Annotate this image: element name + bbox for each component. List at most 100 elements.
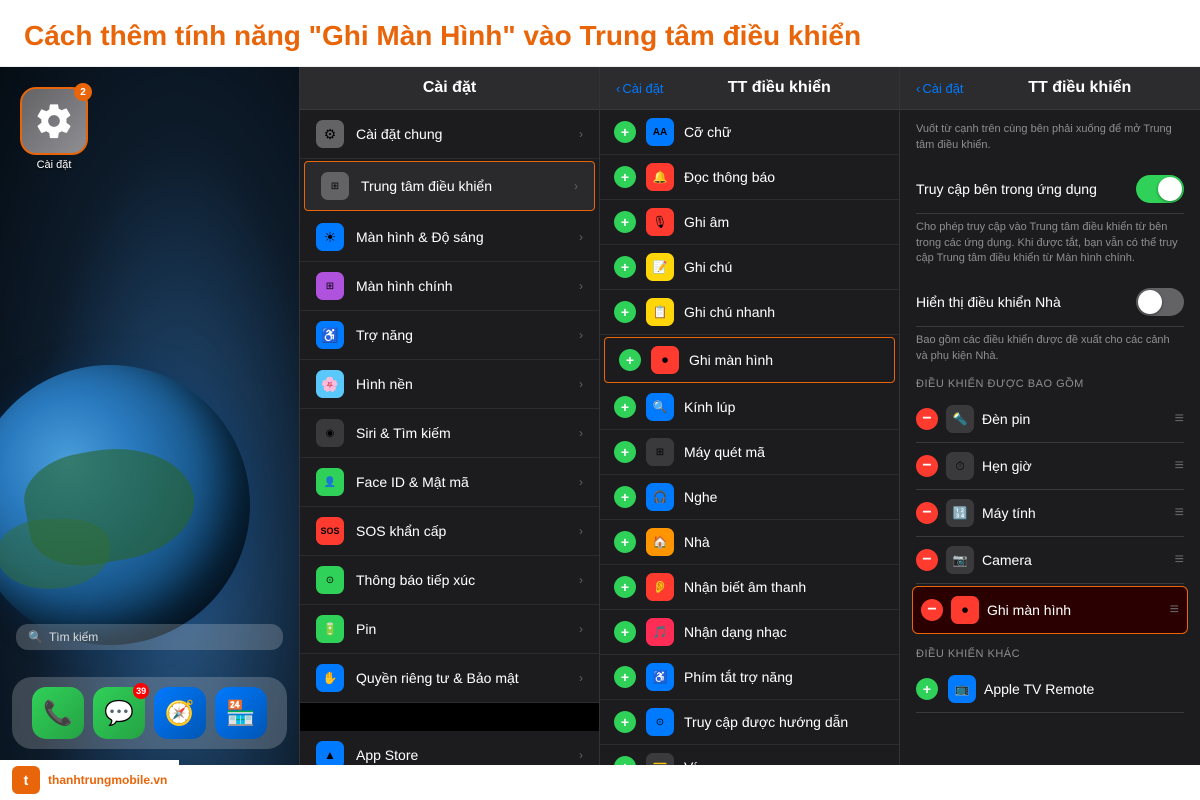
settings-item-siri[interactable]: ◉ Siri & Tìm kiếm › <box>300 409 599 458</box>
add-screenrecord[interactable]: + <box>619 349 641 371</box>
wallet2-icon: 💳 <box>646 753 674 765</box>
dock-appstore[interactable]: 🏪 <box>215 687 267 739</box>
toggle-inapp[interactable] <box>1136 175 1184 203</box>
settings-item-privacy[interactable]: ✋ Quyền riêng tư & Bảo mật › <box>300 654 599 703</box>
control-item-magnifier[interactable]: + 🔍 Kính lúp <box>600 385 899 430</box>
settings-item-homescreen[interactable]: ⊞ Màn hình chính › <box>300 262 599 311</box>
panel-control-list: ‹ Cài đặt TT điều khiển + AA Cỡ chữ + 🔔 … <box>600 67 900 765</box>
settings-item-display[interactable]: ☀ Màn hình & Độ sáng › <box>300 213 599 262</box>
control-center-icon: ⊞ <box>321 172 349 200</box>
settings-item-faceid[interactable]: 👤 Face ID & Mật mã › <box>300 458 599 507</box>
faceid-icon: 👤 <box>316 468 344 496</box>
add-voicememo[interactable]: + <box>614 211 636 233</box>
control-item-notes[interactable]: + 📝 Ghi chú <box>600 245 899 290</box>
control-item-announce[interactable]: + 🔔 Đọc thông báo <box>600 155 899 200</box>
add-fontsize[interactable]: + <box>614 121 636 143</box>
display-arrow: › <box>579 230 583 244</box>
toggle-home[interactable] <box>1136 288 1184 316</box>
musicid-icon: 🎵 <box>646 618 674 646</box>
control-item-voicememo[interactable]: + 🎙 Ghi âm <box>600 200 899 245</box>
exposure-arrow: › <box>579 573 583 587</box>
dock-safari[interactable]: 🧭 <box>154 687 206 739</box>
other-item-appletv[interactable]: + 📺 Apple TV Remote <box>916 666 1184 713</box>
add-notes[interactable]: + <box>614 256 636 278</box>
included-item-calculator[interactable]: − 🔢 Máy tính ≡ <box>916 490 1184 537</box>
dock-messages[interactable]: 💬 39 <box>93 687 145 739</box>
panel4-header: ‹ Cài đặt TT điều khiển <box>900 67 1200 110</box>
drag-torch[interactable]: ≡ <box>1175 410 1184 428</box>
control-item-home[interactable]: + 🏠 Nhà <box>600 520 899 565</box>
control-item-scanner[interactable]: + ⊞ Máy quét mã <box>600 430 899 475</box>
minus-torch[interactable]: − <box>916 408 938 430</box>
settings-item-wallpaper[interactable]: 🌸 Hình nền › <box>300 360 599 409</box>
control-item-accshortcut[interactable]: + ♿ Phím tắt trợ năng <box>600 655 899 700</box>
brand-logo: t <box>12 766 40 794</box>
hearing-icon: 🎧 <box>646 483 674 511</box>
settings-app-icon[interactable]: 2 Cài đặt <box>20 87 88 171</box>
exposure-icon: ⊙ <box>316 566 344 594</box>
appstore-icon: ▲ <box>316 741 344 765</box>
drag-timer[interactable]: ≡ <box>1175 457 1184 475</box>
settings-item-general[interactable]: ⚙ Cài đặt chung › <box>300 110 599 159</box>
add-appletv[interactable]: + <box>916 678 938 700</box>
add-musicid[interactable]: + <box>614 621 636 643</box>
accessibility-label: Trợ năng <box>356 327 579 343</box>
settings-item-battery[interactable]: 🔋 Pin › <box>300 605 599 654</box>
add-scanner[interactable]: + <box>614 441 636 463</box>
drag-calculator[interactable]: ≡ <box>1175 504 1184 522</box>
add-wallet2[interactable]: + <box>614 756 636 765</box>
control-item-quicknotes[interactable]: + 📋 Ghi chú nhanh <box>600 290 899 335</box>
toggle-inapp-knob <box>1158 177 1182 201</box>
screenrecord-label: Ghi màn hình <box>689 352 880 368</box>
control-item-musicid[interactable]: + 🎵 Nhận dạng nhạc <box>600 610 899 655</box>
add-hearing[interactable]: + <box>614 486 636 508</box>
minus-screenrecord[interactable]: − <box>921 599 943 621</box>
add-magnifier[interactable]: + <box>614 396 636 418</box>
included-item-torch[interactable]: − 🔦 Đèn pin ≡ <box>916 396 1184 443</box>
back-button-4[interactable]: ‹ Cài đặt <box>916 81 964 96</box>
magnifier-icon: 🔍 <box>646 393 674 421</box>
search-text: Tìm kiếm <box>49 630 98 644</box>
drag-camera[interactable]: ≡ <box>1175 551 1184 569</box>
dock-phone[interactable]: 📞 <box>32 687 84 739</box>
battery-label: Pin <box>356 621 579 637</box>
minus-camera[interactable]: − <box>916 549 938 571</box>
privacy-icon: ✋ <box>316 664 344 692</box>
settings-item-accessibility[interactable]: ♿ Trợ năng › <box>300 311 599 360</box>
add-accshortcut[interactable]: + <box>614 666 636 688</box>
control-item-screenrecord[interactable]: + ⏺ Ghi màn hình <box>604 337 895 383</box>
notes-icon: 📝 <box>646 253 674 281</box>
included-item-screenrecord[interactable]: − ⏺ Ghi màn hình ≡ <box>912 586 1188 634</box>
included-item-camera[interactable]: − 📷 Camera ≡ <box>916 537 1184 584</box>
control-item-wallet2[interactable]: + 💳 Ví <box>600 745 899 765</box>
settings-item-sos[interactable]: SOS SOS khẩn cấp › <box>300 507 599 556</box>
control-item-soundrec[interactable]: + 👂 Nhận biết âm thanh <box>600 565 899 610</box>
minus-timer[interactable]: − <box>916 455 938 477</box>
minus-calculator[interactable]: − <box>916 502 938 524</box>
musicid-label: Nhận dạng nhạc <box>684 624 885 640</box>
add-quicknotes[interactable]: + <box>614 301 636 323</box>
search-bar[interactable]: 🔍 Tìm kiếm <box>16 624 283 650</box>
settings-item-exposure[interactable]: ⊙ Thông báo tiếp xúc › <box>300 556 599 605</box>
control-center-label: Trung tâm điều khiển <box>361 178 574 194</box>
section-included-title: ĐIỀU KHIỂN ĐƯỢC BAO GỒM <box>916 378 1184 390</box>
control-item-fontsize[interactable]: + AA Cỡ chữ <box>600 110 899 155</box>
add-guided[interactable]: + <box>614 711 636 733</box>
display-icon: ☀ <box>316 223 344 251</box>
control-item-guided[interactable]: + ⊙ Truy cập được hướng dẫn <box>600 700 899 745</box>
accessibility-icon: ♿ <box>316 321 344 349</box>
add-home[interactable]: + <box>614 531 636 553</box>
exposure-label: Thông báo tiếp xúc <box>356 572 579 588</box>
settings-item-control-center[interactable]: ⊞ Trung tâm điều khiển › <box>304 161 595 211</box>
included-item-timer[interactable]: − ⏱ Hẹn giờ ≡ <box>916 443 1184 490</box>
back-chevron-icon: ‹ <box>616 81 620 96</box>
voicememo-icon: 🎙 <box>646 208 674 236</box>
panel-settings: Cài đặt ⚙ Cài đặt chung › ⊞ Trung tâm đi… <box>300 67 600 765</box>
settings-item-appstore[interactable]: ▲ App Store › <box>300 731 599 765</box>
sos-icon: SOS <box>316 517 344 545</box>
add-soundrec[interactable]: + <box>614 576 636 598</box>
drag-screenrecord[interactable]: ≡ <box>1170 601 1179 619</box>
back-button-3[interactable]: ‹ Cài đặt <box>616 81 664 96</box>
control-item-hearing[interactable]: + 🎧 Nghe <box>600 475 899 520</box>
add-announce[interactable]: + <box>614 166 636 188</box>
